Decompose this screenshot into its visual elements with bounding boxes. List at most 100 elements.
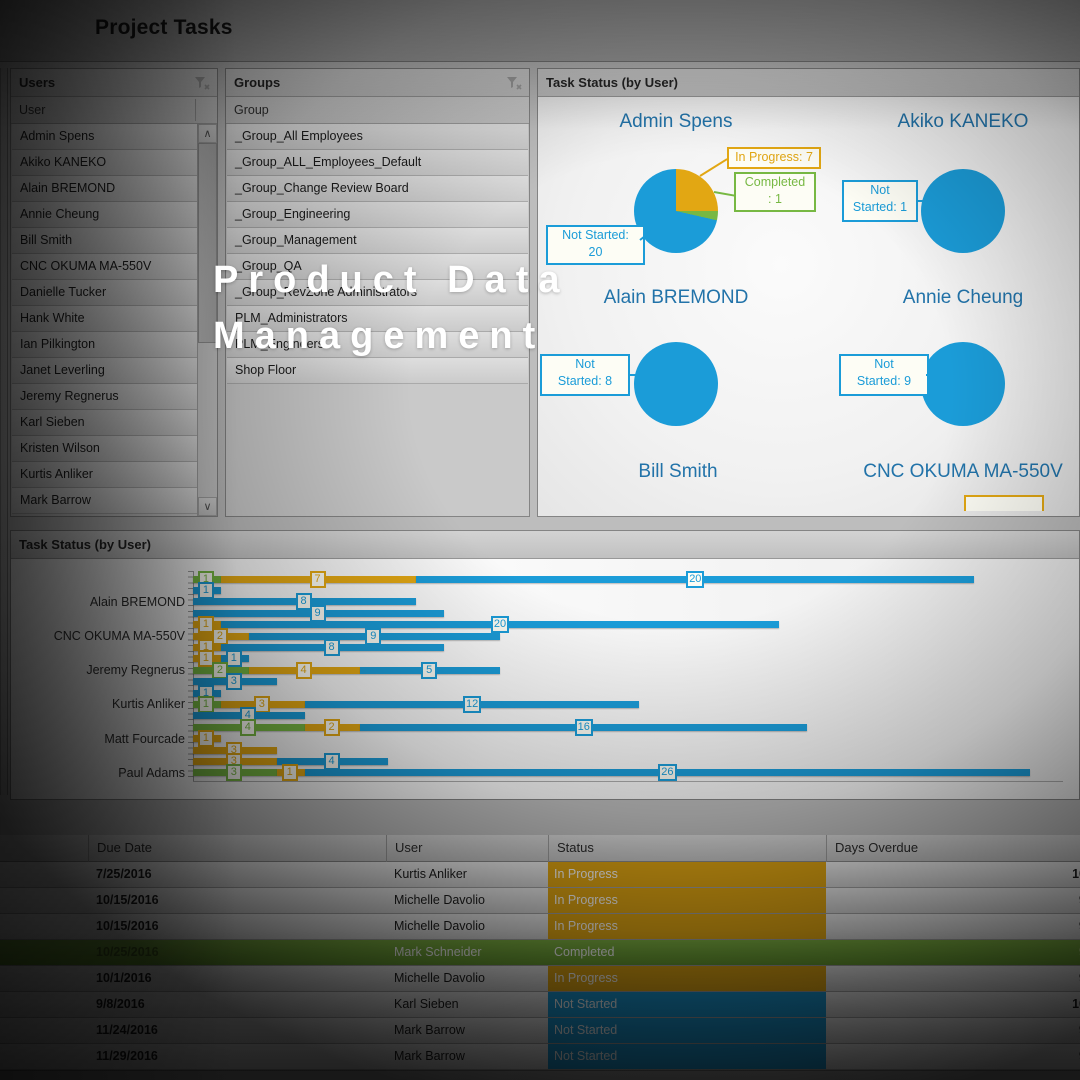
cell-status[interactable]: Not Started <box>548 1018 826 1043</box>
cell-date[interactable]: 11/29/2016 <box>88 1044 386 1069</box>
filter-x-icon[interactable] <box>194 76 210 90</box>
cell-user[interactable]: Mark Schneider <box>386 940 548 965</box>
cell-blank[interactable] <box>0 888 88 913</box>
pie-chart[interactable] <box>634 342 718 426</box>
pie-callout-label: Not Started: 9 <box>839 354 929 396</box>
filter-x-icon[interactable] <box>506 76 522 90</box>
table-row[interactable]: 9/8/2016Karl SiebenNot Started10 <box>0 992 1080 1018</box>
user-row[interactable]: Karl Sieben <box>12 410 197 436</box>
user-row[interactable]: Bill Smith <box>12 228 197 254</box>
bar-axis-label: Jeremy Regnerus <box>15 663 185 678</box>
user-row[interactable]: Hank White <box>12 306 197 332</box>
user-row[interactable]: Admin Spens <box>12 124 197 150</box>
bar-panel-title: Task Status (by User) <box>19 537 151 552</box>
cell-user[interactable]: Mark Barrow <box>386 1018 548 1043</box>
cell-date[interactable]: 9/8/2016 <box>88 992 386 1017</box>
group-row[interactable]: _Group_Change Review Board <box>227 176 528 202</box>
bar-axis-label: Kurtis Anliker <box>15 697 185 712</box>
cell-user[interactable]: Mark Barrow <box>386 1044 548 1069</box>
cell-user[interactable]: Karl Sieben <box>386 992 548 1017</box>
user-row[interactable]: Annie Cheung <box>12 202 197 228</box>
table-header-user[interactable]: User <box>386 835 548 862</box>
users-column-header[interactable]: User <box>11 97 217 124</box>
cropped-left-panel-edge <box>0 68 8 795</box>
table-header-blank[interactable] <box>0 835 88 862</box>
page-title: Project Tasks <box>95 16 233 40</box>
user-row[interactable]: Ian Pilkington <box>12 332 197 358</box>
title-bar: Project Tasks <box>0 0 1080 62</box>
pie-title: Bill Smith <box>538 461 828 483</box>
user-row[interactable]: Kristen Wilson <box>12 436 197 462</box>
cell-days[interactable]: 9 <box>826 966 1080 991</box>
cell-days[interactable]: 10 <box>826 862 1080 887</box>
cell-blank[interactable] <box>0 1044 88 1069</box>
user-row[interactable]: Mark Barrow <box>12 488 197 514</box>
cell-status[interactable]: In Progress <box>548 914 826 939</box>
cell-blank[interactable] <box>0 992 88 1017</box>
user-row[interactable]: Jeremy Regnerus <box>12 384 197 410</box>
cell-status[interactable]: Not Started <box>548 992 826 1017</box>
cell-blank[interactable] <box>0 914 88 939</box>
cell-user[interactable]: Michelle Davolio <box>386 966 548 991</box>
cell-status[interactable]: In Progress <box>548 888 826 913</box>
cell-blank[interactable] <box>0 1018 88 1043</box>
overlay-caption-line1: Product Data <box>213 252 569 308</box>
cell-status[interactable]: In Progress <box>548 862 826 887</box>
table-row[interactable]: 11/24/2016Mark BarrowNot Started9 <box>0 1018 1080 1044</box>
cell-user[interactable]: Michelle Davolio <box>386 888 548 913</box>
table-row[interactable]: 7/25/2016Kurtis AnlikerIn Progress10 <box>0 862 1080 888</box>
pie-chart[interactable] <box>634 169 718 253</box>
table-row[interactable]: 10/1/2016Michelle DavolioIn Progress9 <box>0 966 1080 992</box>
cell-blank[interactable] <box>0 862 88 887</box>
scroll-down-arrow[interactable]: ∨ <box>198 497 217 516</box>
cell-days[interactable]: 10 <box>826 992 1080 1017</box>
cell-user[interactable]: Kurtis Anliker <box>386 862 548 887</box>
cell-date[interactable]: 10/15/2016 <box>88 914 386 939</box>
groups-column-header[interactable]: Group <box>226 97 529 124</box>
cell-status[interactable]: In Progress <box>548 966 826 991</box>
groups-panel-caption: Groups <box>226 69 529 97</box>
user-row[interactable]: Janet Leverling <box>12 358 197 384</box>
user-row[interactable]: Danielle Tucker <box>12 280 197 306</box>
table-row[interactable]: 10/15/2016Michelle DavolioIn Progress9 <box>0 888 1080 914</box>
cell-date[interactable]: 10/1/2016 <box>88 966 386 991</box>
table-row[interactable]: 10/15/2016Michelle DavolioIn Progress9 <box>0 914 1080 940</box>
group-row[interactable]: _Group_Engineering <box>227 202 528 228</box>
cell-date[interactable]: 10/15/2016 <box>88 888 386 913</box>
table-header-status[interactable]: Status <box>548 835 826 862</box>
table-header-due-date[interactable]: Due Date <box>88 835 386 862</box>
cell-user[interactable]: Michelle Davolio <box>386 914 548 939</box>
user-row[interactable]: Kurtis Anliker <box>12 462 197 488</box>
table-header-days-overdue[interactable]: Days Overdue <box>826 835 1080 862</box>
cell-days[interactable]: 9 <box>826 888 1080 913</box>
table-row[interactable]: 11/29/2016Mark BarrowNot Started9 <box>0 1044 1080 1070</box>
cell-days[interactable]: 9 <box>826 1018 1080 1043</box>
scroll-up-arrow[interactable]: ∧ <box>198 124 217 143</box>
user-row[interactable]: Akiko KANEKO <box>12 150 197 176</box>
group-row[interactable]: _Group_All Employees <box>227 124 528 150</box>
cell-date[interactable]: 7/25/2016 <box>88 862 386 887</box>
status-badge: Completed <box>548 940 826 965</box>
user-row[interactable]: CNC OKUMA MA-550V <box>12 254 197 280</box>
cell-status[interactable]: Not Started <box>548 1044 826 1069</box>
cell-days[interactable]: 9 <box>826 940 1080 965</box>
bar-panel-caption: Task Status (by User) <box>11 531 1079 559</box>
cell-days[interactable]: 9 <box>826 1044 1080 1069</box>
cell-status[interactable]: Completed <box>548 940 826 965</box>
table-row[interactable]: 10/25/2016Mark SchneiderCompleted9 <box>0 940 1080 966</box>
cell-date[interactable]: 11/24/2016 <box>88 1018 386 1043</box>
cell-days[interactable]: 9 <box>826 914 1080 939</box>
pie-chart[interactable] <box>921 342 1005 426</box>
group-row[interactable]: _Group_Management <box>227 228 528 254</box>
bar-value-label: 1 <box>198 730 214 747</box>
user-row[interactable]: Alain BREMOND <box>12 176 197 202</box>
bar-axis-label: CNC OKUMA MA-550V <box>15 629 185 644</box>
pie-panel-caption: Task Status (by User) <box>538 69 1079 97</box>
pie-chart[interactable] <box>921 169 1005 253</box>
bar-value-label: 8 <box>324 639 340 656</box>
cell-date[interactable]: 10/25/2016 <box>88 940 386 965</box>
group-row[interactable]: _Group_ALL_Employees_Default <box>227 150 528 176</box>
cell-blank[interactable] <box>0 966 88 991</box>
bar-value-label: 9 <box>310 605 326 622</box>
cell-blank[interactable] <box>0 940 88 965</box>
